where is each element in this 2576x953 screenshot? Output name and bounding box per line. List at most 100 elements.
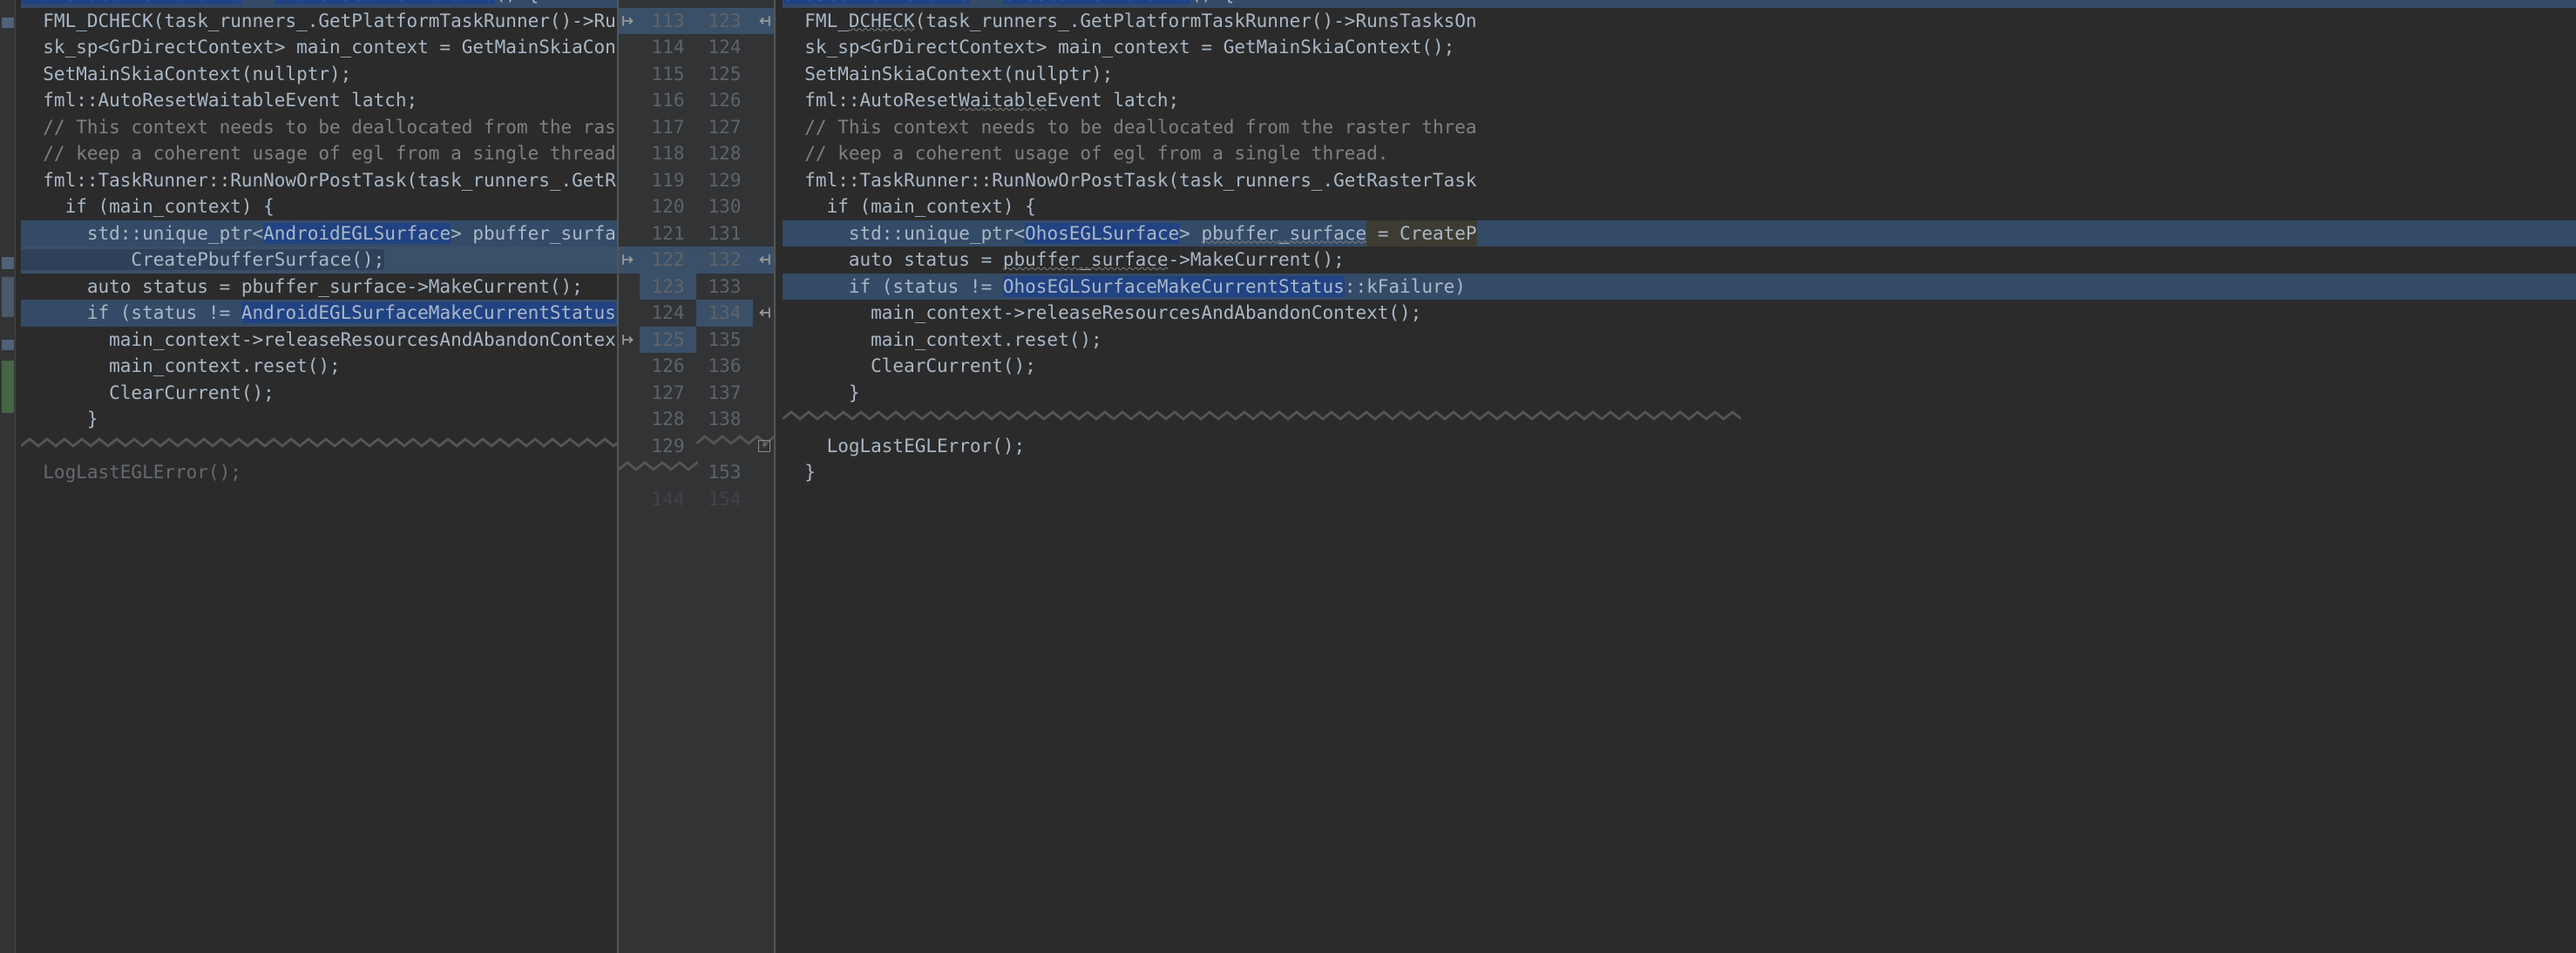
code-line[interactable]: main_context.reset(); [21, 353, 617, 380]
fold-arrow-right-icon[interactable] [753, 34, 774, 61]
expand-fold-icon[interactable]: + [758, 440, 770, 452]
left-code-content[interactable]: AndroidContextGLSkia::~AndroidContextGLS… [0, 0, 617, 486]
fold-arrow-left-icon[interactable] [619, 353, 640, 380]
fold-arrow-left-icon[interactable] [619, 87, 640, 114]
code-line[interactable]: } [783, 380, 2576, 407]
right-code-content[interactable]: OhosContextGLSkia::~OhosContextGLSkia() … [776, 0, 2576, 486]
code-line[interactable]: ClearCurrent(); [21, 380, 617, 407]
gutter-row[interactable]: 114124 [619, 34, 774, 61]
code-line[interactable]: auto status = pbuffer_surface->MakeCurre… [783, 247, 2576, 274]
fold-arrow-left-icon[interactable] [619, 114, 640, 141]
gutter-line-numbers[interactable]: 1121221131231141241151251161261171271181… [617, 0, 776, 953]
gutter-row[interactable]: 122132 [619, 247, 774, 274]
gutter-row[interactable]: 126136 [619, 353, 774, 380]
fold-arrow-left-icon[interactable] [619, 247, 640, 274]
fold-arrow-left-icon[interactable] [619, 380, 640, 407]
gutter-row[interactable]: 120130 [619, 193, 774, 220]
code-line[interactable]: sk_sp<GrDirectContext> main_context = Ge… [783, 34, 2576, 61]
code-line[interactable]: sk_sp<GrDirectContext> main_context = Ge… [21, 34, 617, 61]
gutter-row[interactable]: 113123 [619, 8, 774, 35]
fold-arrow-left-icon[interactable] [619, 220, 640, 247]
gutter-row[interactable]: 119129 [619, 167, 774, 194]
code-line[interactable]: FML_DCHECK(task_runners_.GetPlatformTask… [783, 8, 2576, 35]
fold-arrow-left-icon[interactable] [619, 274, 640, 301]
code-line[interactable]: fml::AutoResetWaitableEvent latch; [21, 87, 617, 114]
gutter-row[interactable]: 123133 [619, 274, 774, 301]
gutter-row[interactable]: 117127 [619, 114, 774, 141]
fold-arrow-right-icon[interactable] [753, 274, 774, 301]
gutter-row[interactable]: +129 [619, 433, 774, 460]
code-line[interactable] [783, 406, 2576, 433]
code-line[interactable]: // keep a coherent usage of egl from a s… [21, 140, 617, 167]
code-line[interactable]: // This context needs to be deallocated … [783, 114, 2576, 141]
fold-arrow-right-icon[interactable] [753, 300, 774, 327]
fold-arrow-left-icon[interactable] [619, 167, 640, 194]
code-line[interactable]: auto status = pbuffer_surface->MakeCurre… [21, 274, 617, 301]
code-line[interactable]: fml::TaskRunner::RunNowOrPostTask(task_r… [21, 167, 617, 194]
fold-arrow-right-icon[interactable] [753, 87, 774, 114]
code-line[interactable]: LogLastEGLError(); [21, 459, 617, 486]
code-line[interactable]: std::unique_ptr<AndroidEGLSurface> pbuff… [21, 220, 617, 247]
code-line[interactable]: main_context->releaseResourcesAndAbandon… [783, 300, 2576, 327]
gutter-row[interactable]: 124134 [619, 300, 774, 327]
gutter-row[interactable]: 116126 [619, 87, 774, 114]
code-line[interactable]: CreatePbufferSurface(); [21, 247, 617, 274]
code-line[interactable]: SetMainSkiaContext(nullptr); [21, 61, 617, 88]
code-line[interactable]: std::unique_ptr<OhosEGLSurface> pbuffer_… [783, 220, 2576, 247]
fold-arrow-right-icon[interactable] [753, 380, 774, 407]
gutter-row[interactable]: 112122 [619, 0, 774, 8]
code-line[interactable]: main_context.reset(); [783, 327, 2576, 354]
code-line[interactable]: OhosContextGLSkia::~OhosContextGLSkia() … [783, 0, 2576, 8]
fold-arrow-right-icon[interactable] [753, 61, 774, 88]
gutter-row[interactable]: 121131 [619, 220, 774, 247]
fold-arrow-right-icon[interactable] [753, 0, 774, 8]
fold-arrow-right-icon[interactable] [753, 459, 774, 486]
gutter-row[interactable]: 127137 [619, 380, 774, 407]
fold-arrow-right-icon[interactable] [753, 327, 774, 354]
code-line[interactable]: } [21, 406, 617, 433]
code-line[interactable]: LogLastEGLError(); [783, 433, 2576, 460]
fold-arrow-left-icon[interactable] [619, 406, 640, 433]
fold-arrow-left-icon[interactable] [619, 140, 640, 167]
fold-arrow-left-icon[interactable] [619, 327, 640, 354]
code-line[interactable]: FML_DCHECK(task_runners_.GetPlatformTask… [21, 8, 617, 35]
fold-arrow-right-icon[interactable] [753, 247, 774, 274]
fold-arrow-left-icon[interactable] [619, 61, 640, 88]
fold-arrow-right-icon[interactable] [753, 114, 774, 141]
code-line[interactable]: // keep a coherent usage of egl from a s… [783, 140, 2576, 167]
code-line[interactable]: // This context needs to be deallocated … [21, 114, 617, 141]
code-line[interactable]: SetMainSkiaContext(nullptr); [783, 61, 2576, 88]
fold-arrow-right-icon[interactable] [753, 486, 774, 513]
left-code-pane[interactable]: AndroidContextGLSkia::~AndroidContextGLS… [0, 0, 617, 953]
right-code-pane[interactable]: OhosContextGLSkia::~OhosContextGLSkia() … [776, 0, 2576, 953]
fold-arrow-right-icon[interactable] [753, 193, 774, 220]
fold-arrow-right-icon[interactable] [753, 140, 774, 167]
fold-arrow-right-icon[interactable] [753, 8, 774, 35]
code-line[interactable]: AndroidContextGLSkia::~AndroidContextGLS… [21, 0, 617, 8]
gutter-row[interactable]: 153 [619, 459, 774, 486]
fold-arrow-left-icon[interactable] [619, 300, 640, 327]
fold-arrow-left-icon[interactable] [619, 486, 640, 513]
code-line[interactable] [21, 433, 617, 460]
code-line[interactable]: if (main_context) { [783, 193, 2576, 220]
fold-arrow-right-icon[interactable] [753, 353, 774, 380]
fold-arrow-left-icon[interactable] [619, 0, 640, 8]
fold-arrow-left-icon[interactable] [619, 433, 640, 460]
fold-arrow-right-icon[interactable] [753, 406, 774, 433]
fold-arrow-left-icon[interactable] [619, 8, 640, 35]
gutter-row[interactable]: 115125 [619, 61, 774, 88]
code-line[interactable]: if (status != OhosEGLSurfaceMakeCurrentS… [783, 274, 2576, 301]
code-line[interactable]: ClearCurrent(); [783, 353, 2576, 380]
code-line[interactable]: if (main_context) { [21, 193, 617, 220]
fold-arrow-right-icon[interactable] [753, 220, 774, 247]
gutter-row[interactable]: 144154 [619, 486, 774, 513]
gutter-row[interactable]: 118128 [619, 140, 774, 167]
gutter-row[interactable]: 125135 [619, 327, 774, 354]
code-line[interactable]: fml::TaskRunner::RunNowOrPostTask(task_r… [783, 167, 2576, 194]
code-line[interactable]: if (status != AndroidEGLSurfaceMakeCurre… [21, 300, 617, 327]
gutter-row[interactable]: 128138 [619, 406, 774, 433]
code-line[interactable]: fml::AutoResetWaitableEvent latch; [783, 87, 2576, 114]
fold-arrow-right-icon[interactable] [753, 167, 774, 194]
code-line[interactable]: main_context->releaseResourcesAndAbandon… [21, 327, 617, 354]
fold-arrow-left-icon[interactable] [619, 193, 640, 220]
